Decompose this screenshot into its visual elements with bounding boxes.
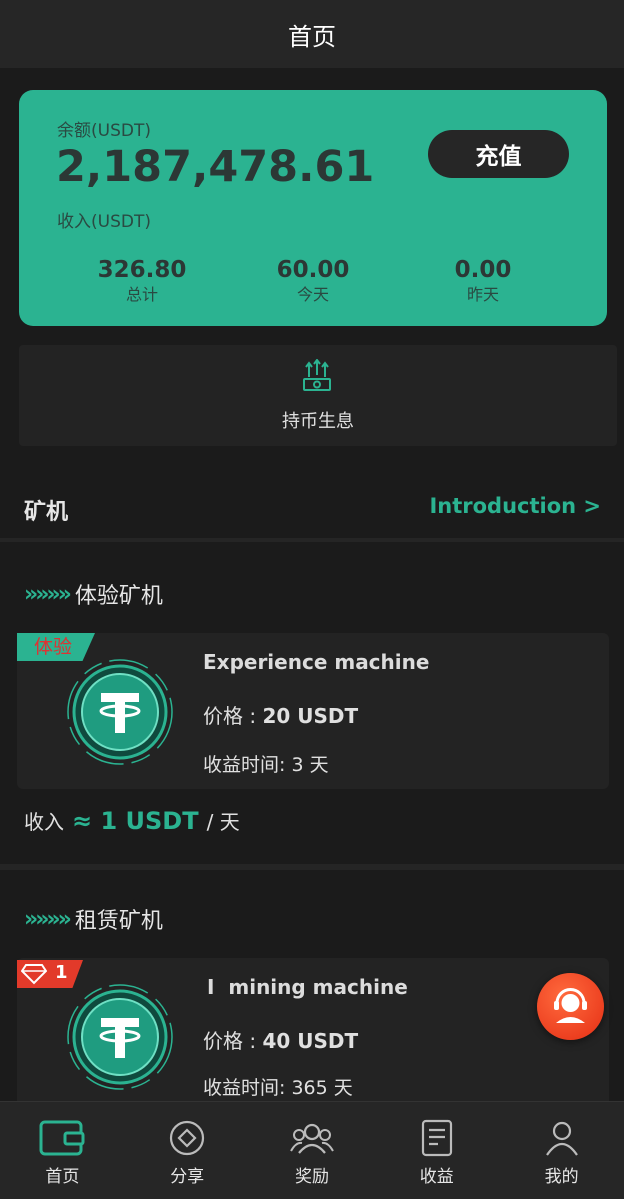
duration-value: 365 [291, 1077, 328, 1099]
document-icon [421, 1119, 452, 1157]
duration-unit: 天 [309, 754, 329, 776]
top-bar: 首页 [0, 0, 624, 68]
tab-share-label: 分享 [170, 1167, 205, 1187]
tether-logo-icon [67, 984, 173, 1090]
tab-earnings-label: 收益 [419, 1167, 454, 1187]
tab-earnings[interactable]: 收益 [374, 1102, 499, 1199]
stat-total: 326.80 总计 [57, 256, 227, 306]
price-value: 20 USDT [262, 704, 359, 728]
tab-share[interactable]: 分享 [125, 1102, 250, 1199]
experience-price: 价格 : 20 USDT [203, 700, 358, 729]
rental-category-title: »»»» 租赁矿机 [24, 903, 163, 935]
diamond-icon [21, 964, 47, 985]
tab-home-label: 首页 [45, 1167, 80, 1187]
duration-unit: 天 [333, 1077, 353, 1099]
balance-label: 余额(USDT) [57, 121, 151, 141]
wallet-icon [39, 1120, 85, 1156]
page-title: 首页 [288, 22, 336, 51]
stat-today-value: 60.00 [276, 257, 350, 283]
experience-income: 收入 ≈ 1 USDT / 天 [24, 806, 240, 835]
rental-category-label: 租赁矿机 [74, 909, 163, 934]
miners-title: 矿机 [24, 500, 69, 525]
rental-machine-card[interactable]: 1 I mining machine 价格 : 40 USDT 收益时间: 36… [17, 958, 609, 1101]
income-unit: / 天 [206, 810, 240, 834]
duration-label: 收益时间: [203, 1077, 292, 1099]
income-text: 收入 [24, 810, 64, 834]
holding-interest-label: 持币生息 [282, 411, 354, 432]
holding-interest-button[interactable]: 持币生息 [19, 345, 617, 446]
experience-category-title: »»»» 体验矿机 [24, 578, 163, 610]
price-label: 价格 : [203, 704, 263, 728]
rental-machine-name: I mining machine [207, 975, 408, 999]
introduction-link[interactable]: Introduction > [429, 494, 601, 518]
section-divider [0, 864, 624, 870]
duration-value: 3 [291, 754, 304, 776]
stat-today-label: 今天 [296, 285, 329, 304]
price-value: 40 USDT [262, 1029, 359, 1053]
tether-logo-icon [67, 659, 173, 765]
rental-price: 价格 : 40 USDT [203, 1025, 358, 1054]
tab-mine-label: 我的 [544, 1167, 579, 1187]
customer-support-button[interactable] [537, 973, 604, 1040]
balance-value: 2,187,478.61 [56, 142, 375, 192]
price-label: 价格 : [203, 1029, 263, 1053]
chevrons-icon: »»»» [24, 581, 72, 607]
income-amount: ≈ 1 USDT [72, 807, 199, 835]
income-label: 收入(USDT) [57, 212, 151, 232]
rank-number: 1 [55, 962, 68, 983]
share-diamond-icon [170, 1120, 205, 1156]
rental-duration: 收益时间: 365 天 [203, 1073, 353, 1100]
tab-rewards-label: 奖励 [294, 1167, 329, 1187]
tab-mine[interactable]: 我的 [499, 1102, 624, 1199]
experience-duration: 收益时间: 3 天 [203, 750, 329, 777]
experience-machine-card[interactable]: 体验 Experience machine 价格 : 20 USDT 收益时间:… [17, 633, 609, 789]
experience-category-label: 体验矿机 [74, 584, 163, 609]
tab-home[interactable]: 首页 [0, 1102, 125, 1199]
group-icon [290, 1123, 334, 1154]
recharge-button[interactable]: 充值 [428, 130, 569, 178]
duration-label: 收益时间: [203, 754, 292, 776]
bottom-tab-bar: 首页 分享 奖励 收益 我的 [0, 1101, 624, 1199]
stat-today: 60.00 今天 [228, 256, 398, 306]
stat-yesterday: 0.00 昨天 [398, 256, 568, 306]
stat-total-label: 总计 [125, 285, 158, 304]
tab-rewards[interactable]: 奖励 [250, 1102, 375, 1199]
money-stack-icon [303, 359, 331, 391]
chevrons-icon: »»»» [24, 906, 72, 932]
headset-agent-icon [554, 988, 587, 1023]
balance-card: 余额(USDT) 2,187,478.61 收入(USDT) 充值 326.80… [19, 90, 607, 326]
stat-yesterday-label: 昨天 [466, 285, 499, 304]
stat-total-value: 326.80 [97, 257, 187, 283]
user-icon [545, 1121, 578, 1156]
miners-section-header: 矿机 Introduction > [0, 470, 624, 542]
experience-machine-name: Experience machine [203, 650, 430, 674]
stat-yesterday-value: 0.00 [454, 257, 512, 283]
